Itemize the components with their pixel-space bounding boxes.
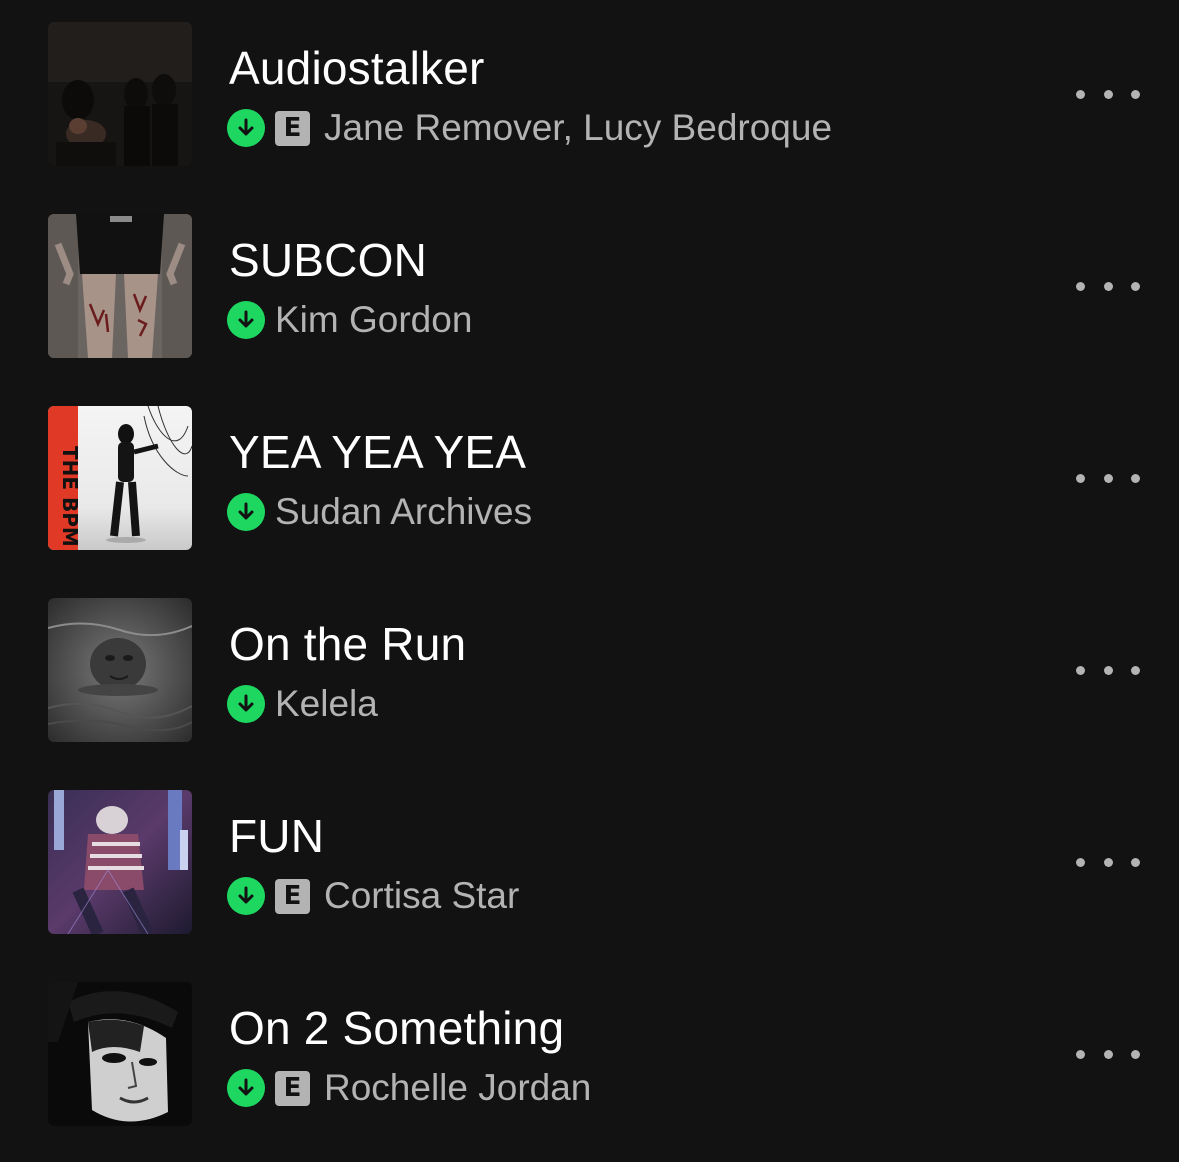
track-meta: E Jane Remover, Lucy Bedroque	[227, 108, 832, 148]
cover-text: THE BPM	[58, 446, 82, 547]
dot	[1076, 1049, 1085, 1059]
arrow-down-icon	[227, 1069, 265, 1107]
track-title: On 2 Something	[229, 1002, 565, 1054]
track-artist: Kelela	[275, 683, 378, 724]
more-options-icon[interactable]	[1076, 847, 1140, 877]
track-artist: Rochelle Jordan	[324, 1067, 592, 1108]
arrow-down-icon	[227, 877, 265, 915]
track-artist: Sudan Archives	[275, 491, 533, 532]
track-meta: Kelela	[227, 684, 378, 724]
dot	[1103, 89, 1113, 99]
arrow-down-icon	[227, 301, 265, 339]
dot	[1131, 89, 1140, 99]
track-row[interactable]: On 2 Something E Rochelle Jordan	[0, 960, 1179, 1152]
track-artist: Cortisa Star	[324, 875, 520, 916]
arrow-down-icon	[227, 685, 265, 723]
dot	[1076, 665, 1085, 675]
track-meta: Kim Gordon	[227, 300, 472, 340]
arrow-down-icon	[227, 493, 265, 531]
dot	[1076, 857, 1085, 867]
track-title: Audiostalker	[229, 42, 485, 94]
track-title: YEA YEA YEA	[229, 426, 527, 478]
album-cover: THE BPM	[48, 406, 192, 550]
dot	[1103, 857, 1113, 867]
arrow-down-icon	[227, 109, 265, 147]
album-cover-art	[48, 982, 192, 1126]
album-cover-art	[48, 214, 192, 358]
album-cover	[48, 982, 192, 1126]
track-row[interactable]: FUN E Cortisa Star	[0, 768, 1179, 960]
more-options-icon[interactable]	[1076, 1039, 1140, 1069]
album-cover	[48, 598, 192, 742]
explicit-badge: E	[275, 878, 310, 914]
dot	[1131, 1049, 1140, 1059]
track-meta: E Cortisa Star	[227, 876, 519, 916]
dot	[1103, 1049, 1113, 1059]
album-cover-art: THE BPM	[48, 406, 192, 550]
more-options-icon[interactable]	[1076, 271, 1140, 301]
track-list: Audiostalker E Jane Remover, Lucy Bedroq…	[0, 0, 1179, 1162]
explicit-badge: E	[275, 1070, 310, 1106]
album-cover	[48, 790, 192, 934]
track-artist: Kim Gordon	[275, 299, 473, 340]
track-row[interactable]: On the Run Kelela	[0, 576, 1179, 768]
track-row[interactable]: Audiostalker E Jane Remover, Lucy Bedroq…	[0, 0, 1179, 192]
dot	[1103, 473, 1113, 483]
album-cover	[48, 22, 192, 166]
dot	[1076, 473, 1085, 483]
track-title: FUN	[229, 810, 325, 862]
album-cover-art	[48, 790, 192, 934]
dot	[1131, 281, 1140, 291]
dot	[1131, 473, 1140, 483]
more-options-icon[interactable]	[1076, 655, 1140, 685]
track-title: SUBCON	[229, 234, 428, 286]
track-meta: E Rochelle Jordan	[227, 1068, 591, 1108]
dot	[1076, 281, 1085, 291]
dot	[1103, 281, 1113, 291]
track-row[interactable]: THE BPM YEA YEA YEA Sudan Archives	[0, 384, 1179, 576]
more-options-icon[interactable]	[1076, 463, 1140, 493]
album-cover	[48, 214, 192, 358]
track-meta: Sudan Archives	[227, 492, 532, 532]
album-cover-art	[48, 22, 192, 166]
dot	[1131, 665, 1140, 675]
track-artist: Jane Remover, Lucy Bedroque	[324, 107, 833, 148]
more-options-icon[interactable]	[1076, 79, 1140, 109]
track-title: On the Run	[229, 618, 467, 670]
album-cover-art	[48, 598, 192, 742]
dot	[1076, 89, 1085, 99]
dot	[1131, 857, 1140, 867]
track-row[interactable]: SUBCON Kim Gordon	[0, 192, 1179, 384]
dot	[1103, 665, 1113, 675]
explicit-badge: E	[275, 110, 310, 146]
